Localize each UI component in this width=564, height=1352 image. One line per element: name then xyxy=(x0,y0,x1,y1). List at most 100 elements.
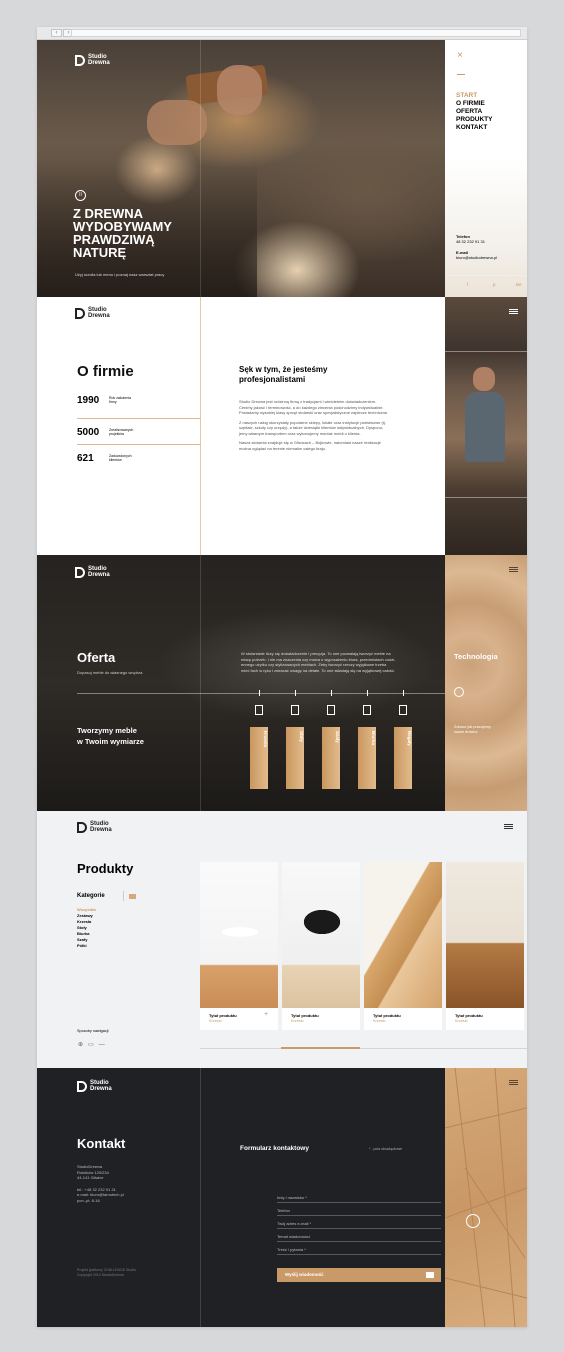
offer-tick xyxy=(403,690,404,696)
navigation-icons[interactable]: ⊕▭— xyxy=(78,1041,110,1048)
form-title: Formularz kontaktowy xyxy=(240,1145,309,1152)
nav-contact: Telefon 48 32 232 91 31 E-mail biuro@stu… xyxy=(456,234,497,260)
logo[interactable]: Studio Drewna xyxy=(77,821,112,833)
back-icon[interactable]: ‹ xyxy=(51,29,62,37)
furniture-icon xyxy=(399,705,407,715)
product-image xyxy=(446,862,524,1008)
logo[interactable]: Studio Drewna xyxy=(77,1080,112,1092)
product-image xyxy=(364,862,442,1008)
hero-subtext: Użyj scrolla lub menu i poznaj nasz wars… xyxy=(75,272,165,277)
product-name: Tytuł produktu xyxy=(209,1013,237,1018)
product-image xyxy=(200,862,278,1008)
offer-category-biurka[interactable]: Biurka xyxy=(358,727,376,789)
contact-title: Kontakt xyxy=(77,1136,126,1151)
offer-category-szafy[interactable]: Szafy xyxy=(322,727,340,789)
products-title: Produkty xyxy=(77,861,134,876)
offer-tick xyxy=(259,690,260,696)
navigation-hint: Sposoby nawigacji xyxy=(77,1029,109,1033)
browser-toolbar: ‹ › xyxy=(37,27,527,40)
logo[interactable]: Studio Drewna xyxy=(75,54,110,66)
offer-section: Studio Drewna Oferta Dopasuj meble do wła… xyxy=(37,555,445,811)
furniture-icon xyxy=(255,705,263,715)
nav-item-start[interactable]: START xyxy=(456,92,492,100)
credits: Projekt graficzny CHALLENGE Studio Copyri… xyxy=(77,1268,136,1277)
required-note: * - pola obowiązkowe xyxy=(369,1147,403,1151)
logo-line2: Drewna xyxy=(88,60,110,66)
nav-item-produkty[interactable]: PRODUKTY xyxy=(456,116,492,124)
social-pinterest-icon[interactable]: p xyxy=(493,282,496,287)
furniture-icon xyxy=(291,705,299,715)
close-icon[interactable]: × xyxy=(457,50,463,61)
offer-category-regały[interactable]: Regały xyxy=(394,727,412,789)
social-facebook-icon[interactable]: f xyxy=(467,282,468,287)
product-name: Tytuł produktu xyxy=(373,1013,401,1018)
nav-phone[interactable]: 48 32 232 91 31 xyxy=(456,239,497,244)
envelope-icon xyxy=(426,1272,434,1278)
stat-item: 5000 Zrealizowanych projektów xyxy=(77,419,201,445)
logo-icon xyxy=(77,1080,87,1092)
social-behance-icon[interactable]: Be xyxy=(516,282,522,287)
phone-field[interactable]: Telefon xyxy=(277,1208,441,1216)
nav-item-kontakt[interactable]: KONTAKT xyxy=(456,124,492,132)
logo-icon xyxy=(75,566,85,578)
product-type: Krzesło xyxy=(455,1019,468,1023)
logo-icon xyxy=(77,821,87,833)
category-item[interactable]: Półki xyxy=(77,943,96,949)
about-section: Studio Drewna O firmie 1990 Rok założenia… xyxy=(37,297,445,555)
contact-address: StudioDrewna Rolników 120/234 44-141 Gliwi… xyxy=(77,1164,124,1203)
product-card[interactable]: Tytuł produktu Krzesło xyxy=(364,862,442,1030)
name-field[interactable]: Imię i nazwisko * xyxy=(277,1195,441,1203)
nav-email[interactable]: biuro@studiodrewna.pl xyxy=(456,255,497,260)
product-name: Tytuł produktu xyxy=(455,1013,483,1018)
product-image xyxy=(282,862,360,1008)
offer-tagline: Tworzymy meble w Twoim wymiarze xyxy=(77,726,144,746)
add-icon[interactable]: + xyxy=(264,1011,268,1018)
product-card[interactable]: Tytuł produktu Krzesło xyxy=(446,862,524,1030)
grid-view-icon[interactable] xyxy=(129,894,136,899)
technology-panel[interactable]: Technologia Zobacz jak pracujemy nasze dr… xyxy=(445,555,527,811)
logo[interactable]: Studio Drewna xyxy=(75,307,110,319)
map-pin-icon[interactable] xyxy=(466,1214,480,1228)
stat-item: 621 Zadowolonych klientów xyxy=(77,453,132,464)
message-field[interactable]: Treść / pytania * xyxy=(277,1247,441,1255)
nav-item-o-firmie[interactable]: O FIRMIE xyxy=(456,100,492,108)
about-text: Studio Drewna jest rodzinną firmą z trad… xyxy=(239,399,389,451)
product-card[interactable]: Tytuł produktu Krzesło xyxy=(282,862,360,1030)
logo-icon xyxy=(75,307,85,319)
technology-subtitle: Zobacz jak pracujemy nasze drewno xyxy=(454,725,491,734)
product-type: Krzesło xyxy=(209,1019,222,1023)
product-card[interactable]: Tytuł produktu Krzesło + xyxy=(200,862,278,1030)
technology-title: Technologia xyxy=(454,652,498,661)
email-field[interactable]: Twój adres e-mail * xyxy=(277,1221,441,1229)
play-icon[interactable] xyxy=(454,687,464,697)
hero-image: Studio Drewna II Z DREWNA WYDOBYWAMY PRAWDZ… xyxy=(37,40,445,297)
offer-category-stoły[interactable]: Stoły xyxy=(286,727,304,789)
stat-item: 1990 Rok założenia firmy xyxy=(77,393,201,419)
category-label: Kategorie xyxy=(77,893,105,899)
furniture-icon xyxy=(327,705,335,715)
offer-tick xyxy=(331,690,332,696)
nav-item-oferta[interactable]: OFERTA xyxy=(456,108,492,116)
logo-icon xyxy=(75,54,85,66)
offer-tick xyxy=(295,690,296,696)
subject-field[interactable]: Temat wiadomości xyxy=(277,1234,441,1242)
menu-icon[interactable] xyxy=(509,309,518,314)
offer-subtitle: Dopasuj meble do własnego wnętrza xyxy=(77,670,143,675)
offer-title: Oferta xyxy=(77,650,116,665)
send-button[interactable]: Wyślij wiadomość xyxy=(277,1268,441,1282)
map-panel[interactable] xyxy=(445,1068,527,1327)
scroll-indicator[interactable] xyxy=(281,1047,360,1049)
menu-icon[interactable] xyxy=(509,567,518,572)
address-bar[interactable] xyxy=(71,29,521,37)
category-list: Wszystkie Zestawy Krzesła Stoły Biurka S… xyxy=(77,907,96,949)
map-streets xyxy=(445,1068,527,1327)
pause-icon[interactable]: II xyxy=(75,190,86,201)
hero-headline: Z DREWNA WYDOBYWAMY PRAWDZIWĄ NATURĘ xyxy=(73,206,172,260)
workshop-photo-strip xyxy=(445,297,527,555)
logo[interactable]: Studio Drewna xyxy=(75,566,110,578)
menu-icon[interactable] xyxy=(504,824,513,829)
about-title: O firmie xyxy=(77,363,134,380)
side-navigation: × START O FIRMIE OFERTA PRODUKTY KONTAKT… xyxy=(445,40,527,297)
product-type: Krzesło xyxy=(291,1019,304,1023)
offer-category-krzesła[interactable]: Krzesła xyxy=(250,727,268,789)
